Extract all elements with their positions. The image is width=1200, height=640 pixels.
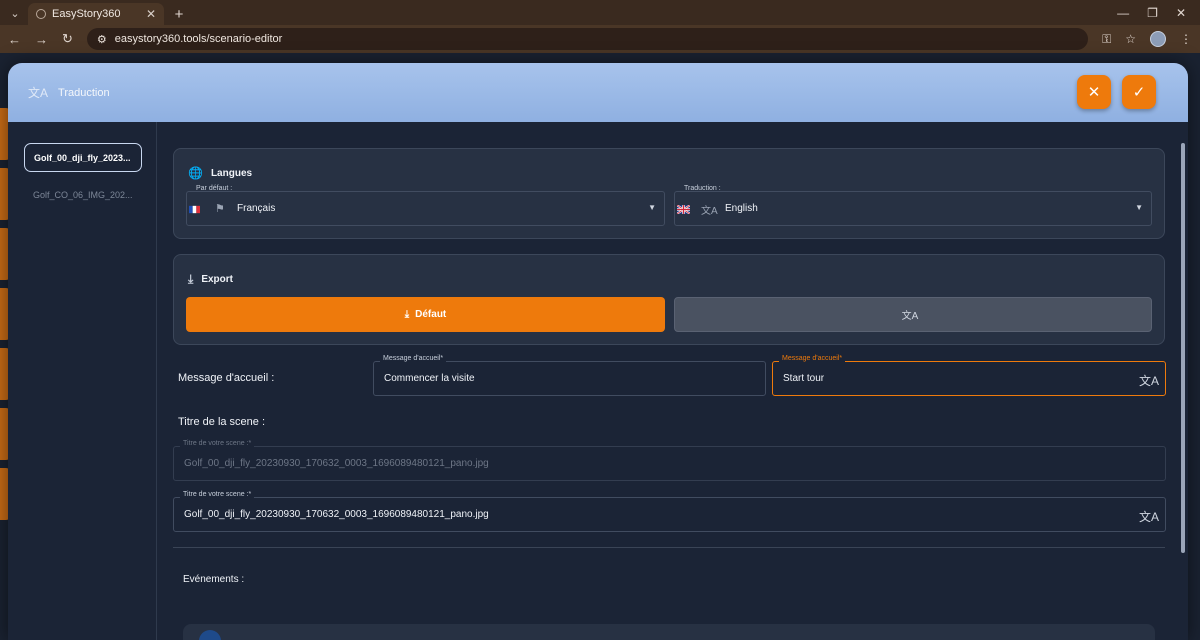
translation-language-label: Traduction :: [684, 185, 721, 192]
address-bar[interactable]: ⚙ easystory360.tools/scenario-editor: [86, 28, 1089, 50]
download-icon: ⤓: [188, 272, 194, 286]
translation-modal: 文A Traduction ✕ ✓ Golf_00_dji_fly_2023..…: [8, 63, 1188, 640]
favicon-icon: [36, 9, 46, 19]
password-key-icon[interactable]: ⚿: [1102, 32, 1111, 47]
translate-icon[interactable]: 文A: [1139, 372, 1159, 389]
chevron-down-icon: ▼: [648, 203, 656, 212]
check-icon: ✓: [1132, 84, 1146, 101]
scrollbar[interactable]: [1181, 143, 1185, 553]
forward-icon[interactable]: →: [35, 32, 48, 47]
scene-title-section-label: Titre de la scene :: [178, 416, 266, 428]
browser-menu-icon[interactable]: ⋮: [1180, 32, 1192, 46]
export-default-button[interactable]: ⤓ Défaut: [186, 297, 665, 332]
translation-language-select[interactable]: Traduction : 文A English ▼: [674, 185, 1152, 226]
back-icon[interactable]: ←: [8, 32, 21, 47]
scene-title-target-label: Titre de votre scene :*: [180, 491, 255, 498]
translation-language-value: English: [725, 203, 758, 214]
profile-avatar[interactable]: [1150, 31, 1166, 47]
window-close-icon[interactable]: ✕: [1176, 6, 1186, 20]
welcome-source-input[interactable]: Message d'accueil* Commencer la visite: [373, 355, 766, 396]
reload-icon[interactable]: ↻: [62, 31, 73, 47]
scene-title-target-value: Golf_00_dji_fly_20230930_170632_0003_169…: [184, 509, 489, 520]
export-title: Export: [201, 274, 233, 285]
welcome-target-input[interactable]: Message d'accueil* Start tour 文A: [772, 355, 1166, 396]
event-card[interactable]: [183, 624, 1155, 640]
sidebar-item-scene-2[interactable]: Golf_CO_06_IMG_202...: [24, 180, 142, 209]
default-language-label: Par défaut :: [196, 185, 233, 192]
flag-icon: ⚑: [215, 203, 225, 215]
export-default-label: Défaut: [415, 309, 447, 320]
site-info-icon[interactable]: ⚙: [97, 33, 107, 46]
translate-icon: 文A: [901, 311, 919, 322]
globe-icon: 🌐: [188, 166, 203, 180]
tab-search-icon[interactable]: ⌄: [4, 2, 26, 24]
download-icon: ⤓: [404, 309, 410, 320]
languages-card: 🌐 Langues Par défaut : ⚑ Français ▼ Trad…: [173, 148, 1165, 239]
welcome-source-label: Message d'accueil*: [380, 355, 447, 362]
tab-close-icon[interactable]: ✕: [146, 7, 156, 21]
languages-title: Langues: [210, 167, 253, 179]
default-language-select[interactable]: Par défaut : ⚑ Français ▼: [186, 185, 665, 226]
chevron-down-icon: ▼: [1135, 203, 1143, 212]
events-section-label: Evénements :: [183, 574, 245, 585]
welcome-source-value: Commencer la visite: [384, 373, 475, 384]
event-avatar: [199, 630, 221, 640]
translate-icon: 文A: [28, 86, 49, 100]
close-button[interactable]: ✕: [1077, 75, 1111, 109]
new-tab-icon[interactable]: +: [168, 3, 190, 25]
browser-tab-title: EasyStory360: [52, 8, 121, 20]
maximize-icon[interactable]: ❐: [1147, 6, 1158, 20]
window-controls: — ❐ ✕: [1117, 6, 1200, 25]
confirm-button[interactable]: ✓: [1122, 75, 1156, 109]
scene-title-target-input[interactable]: Titre de votre scene :* Golf_00_dji_fly_…: [173, 491, 1166, 532]
modal-title: Traduction: [58, 86, 110, 99]
scene-title-source-value: Golf_00_dji_fly_20230930_170632_0003_169…: [184, 458, 489, 469]
sidebar-item-label: Golf_CO_06_IMG_202...: [33, 189, 133, 200]
export-translation-button[interactable]: 文A: [674, 297, 1152, 332]
translate-icon[interactable]: 文A: [1139, 508, 1159, 525]
welcome-target-label: Message d'accueil*: [779, 355, 846, 362]
translate-icon: 文A: [701, 206, 718, 217]
welcome-target-value: Start tour: [783, 373, 825, 384]
scene-title-source-label: Titre de votre scene :*: [180, 440, 255, 447]
default-language-value: Français: [237, 203, 276, 214]
scene-title-source-input: Titre de votre scene :* Golf_00_dji_fly_…: [173, 440, 1166, 481]
browser-toolbar: ← → ↻ ⚙ easystory360.tools/scenario-edit…: [0, 25, 1200, 53]
modal-content: 🌐 Langues Par défaut : ⚑ Français ▼ Trad…: [158, 122, 1188, 640]
browser-tab[interactable]: EasyStory360 ✕: [28, 3, 164, 25]
browser-tab-strip: ⌄ EasyStory360 ✕ + — ❐ ✕: [0, 0, 1200, 25]
modal-header: 文A Traduction ✕ ✓: [8, 63, 1188, 122]
close-icon: ✕: [1087, 84, 1101, 101]
welcome-section-label: Message d'accueil :: [178, 372, 275, 384]
sidebar-item-scene-1[interactable]: Golf_00_dji_fly_2023...: [24, 143, 142, 172]
uk-flag-icon: [677, 205, 690, 214]
sidebar-item-label: Golf_00_dji_fly_2023...: [34, 152, 131, 163]
url-text: easystory360.tools/scenario-editor: [114, 33, 283, 45]
scene-sidebar: Golf_00_dji_fly_2023... Golf_CO_06_IMG_2…: [8, 122, 157, 640]
bookmark-star-icon[interactable]: ☆: [1125, 32, 1136, 46]
minimize-icon[interactable]: —: [1117, 6, 1129, 20]
france-flag-icon: [189, 205, 200, 214]
export-card: ⤓ Export ⤓ Défaut 文A: [173, 254, 1165, 345]
divider: [173, 547, 1165, 548]
